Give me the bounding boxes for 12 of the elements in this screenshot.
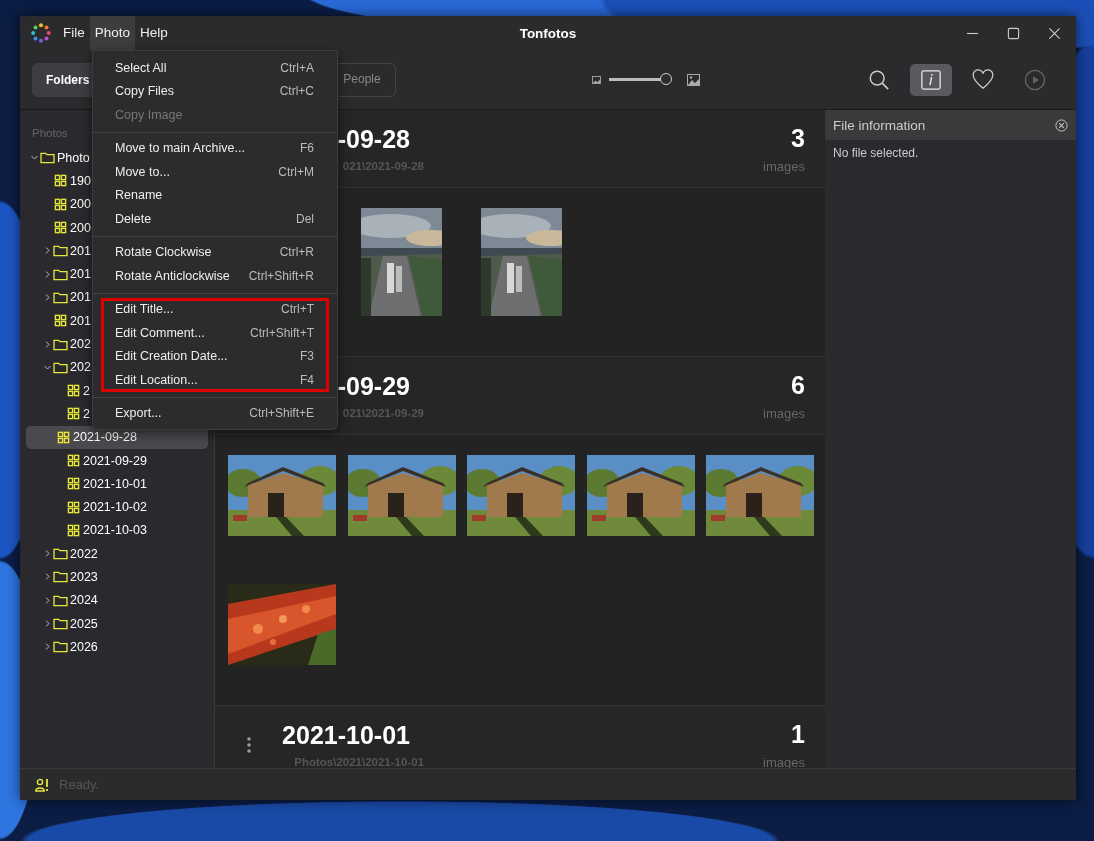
section-heading: Photos xyxy=(31,126,68,141)
panel-title: File information xyxy=(833,117,926,133)
empty-message: No file selected. xyxy=(832,145,920,162)
count-label: images xyxy=(763,405,805,421)
group-title: -09-29 xyxy=(337,372,410,401)
image-count: 6 xyxy=(791,370,805,400)
image-count: 1 xyxy=(791,719,805,749)
group-title: -09-28 xyxy=(337,125,410,154)
image-count: 3 xyxy=(791,123,805,153)
count-label: images xyxy=(763,158,805,174)
group-title: 2021-10-01 xyxy=(282,721,410,750)
window-title: Tonfotos xyxy=(519,25,577,41)
